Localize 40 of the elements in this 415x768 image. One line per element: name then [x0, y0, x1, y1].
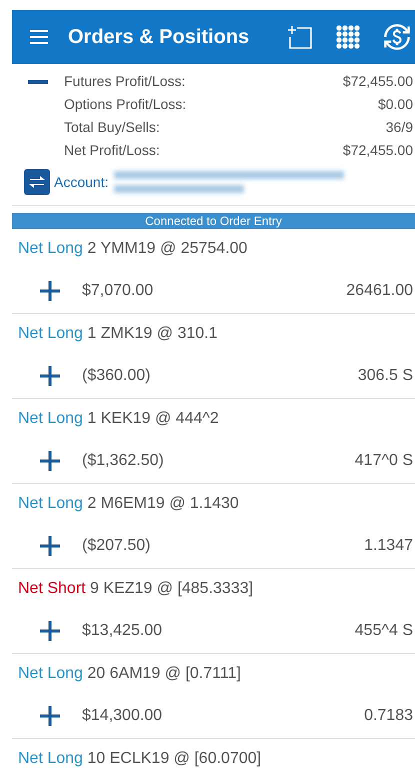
add-icon[interactable] — [40, 706, 60, 726]
summary-value: 36/9 — [386, 118, 413, 137]
summary-value: $72,455.00 — [342, 141, 413, 160]
position-summary[interactable]: Net Short 9 KEZ19 @ [485.3333] — [18, 577, 254, 601]
profit-loss-value: ($207.50) — [82, 536, 150, 556]
profit-loss-value: $7,070.00 — [82, 281, 154, 301]
account-label: Account: — [54, 172, 108, 192]
swap-account-icon[interactable] — [24, 169, 50, 195]
summary-label: Total Buy/Sells: — [64, 118, 160, 137]
last-price: 26461.00 — [346, 281, 413, 301]
position-summary[interactable]: Net Long 1 ZMK19 @ 310.1 — [18, 322, 218, 346]
add-icon[interactable] — [40, 281, 60, 301]
last-price: 306.5 S — [358, 366, 413, 386]
profit-loss-value: ($360.00) — [82, 366, 150, 386]
position-summary[interactable]: Net Long 2 YMM19 @ 25754.00 — [18, 237, 248, 261]
position-summary[interactable]: Net Long 2 M6EM19 @ 1.1430 — [18, 492, 239, 516]
add-icon[interactable] — [40, 451, 60, 471]
last-price: 0.7183 — [364, 706, 413, 726]
add-icon[interactable] — [40, 621, 60, 641]
summary-label: Futures Profit/Loss: — [64, 72, 186, 91]
position-summary[interactable]: Net Long 10 ECLK19 @ [60.0700] — [18, 747, 262, 768]
currency-exchange-icon[interactable] — [383, 23, 411, 51]
summary-value: $0.00 — [378, 95, 413, 114]
profit-loss-value: ($1,362.50) — [82, 451, 164, 471]
profit-loss-value: $13,425.00 — [82, 621, 162, 641]
summary-label: Net Profit/Loss: — [64, 141, 160, 160]
add-icon[interactable] — [40, 536, 60, 556]
last-price: 1.1347 — [364, 536, 413, 556]
profit-loss-value: $14,300.00 — [82, 706, 162, 726]
add-icon[interactable] — [40, 366, 60, 386]
app-title: Orders & Positions — [68, 25, 250, 50]
connection-banner: Connected to Order Entry — [12, 213, 415, 229]
last-price: 417^0 S — [354, 451, 413, 471]
summary-value: $72,455.00 — [342, 72, 413, 91]
last-price: 455^4 S — [354, 621, 413, 641]
position-summary[interactable]: Net Long 20 6AM19 @ [0.7111] — [18, 662, 241, 686]
menu-icon[interactable] — [30, 30, 48, 44]
grid-dots-icon[interactable] — [335, 24, 361, 50]
summary-label: Options Profit/Loss: — [64, 95, 186, 114]
position-summary[interactable]: Net Long 1 KEK19 @ 444^2 — [18, 407, 219, 431]
